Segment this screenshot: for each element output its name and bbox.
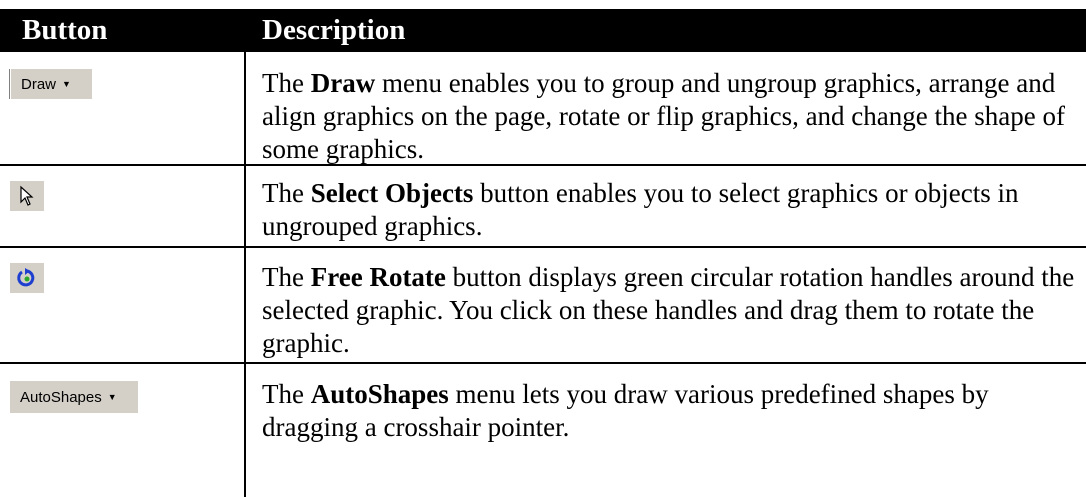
- button-cell: [0, 166, 244, 247]
- autoshapes-button-label: AutoShapes: [20, 388, 102, 406]
- column-divider: [244, 364, 246, 497]
- draw-menu-button[interactable]: Draw ▼: [10, 69, 92, 99]
- free-rotate-button[interactable]: [10, 263, 44, 293]
- term-draw: Draw: [310, 68, 376, 98]
- row-description: The Draw menu enables you to group and u…: [262, 68, 1065, 164]
- term-autoshapes: AutoShapes: [310, 379, 449, 409]
- column-divider: [244, 248, 246, 363]
- free-rotate-icon: [17, 268, 35, 287]
- term-select-objects: Select Objects: [310, 178, 474, 208]
- select-objects-button[interactable]: [10, 181, 44, 211]
- chevron-down-icon: ▼: [107, 392, 117, 402]
- feature-table: Button Description Draw ▼ The Draw menu …: [0, 0, 1086, 497]
- button-cell: [0, 248, 244, 363]
- button-cell: AutoShapes ▼: [0, 364, 244, 497]
- column-divider: [244, 52, 246, 166]
- table-row: AutoShapes ▼ The AutoShapes menu lets yo…: [0, 364, 1086, 497]
- arrow-pointer-icon: [20, 185, 34, 206]
- button-cell: Draw ▼: [0, 52, 244, 166]
- top-margin: [0, 0, 1086, 9]
- term-free-rotate: Free Rotate: [310, 262, 446, 292]
- column-divider: [244, 166, 246, 247]
- header-button: Button: [22, 14, 108, 46]
- table-header: Button Description: [0, 9, 1086, 52]
- header-description: Description: [262, 14, 406, 46]
- table-row: The Free Rotate button displays green ci…: [0, 248, 1086, 363]
- row-description: The Select Objects button enables you to…: [262, 178, 1019, 241]
- row-description: The Free Rotate button displays green ci…: [262, 262, 1075, 358]
- table-row: The Select Objects button enables you to…: [0, 166, 1086, 247]
- table-row: Draw ▼ The Draw menu enables you to grou…: [0, 52, 1086, 166]
- row-description: The AutoShapes menu lets you draw variou…: [262, 379, 989, 442]
- chevron-down-icon: ▼: [62, 79, 71, 89]
- draw-button-label: Draw: [21, 75, 57, 93]
- autoshapes-menu-button[interactable]: AutoShapes ▼: [10, 381, 138, 413]
